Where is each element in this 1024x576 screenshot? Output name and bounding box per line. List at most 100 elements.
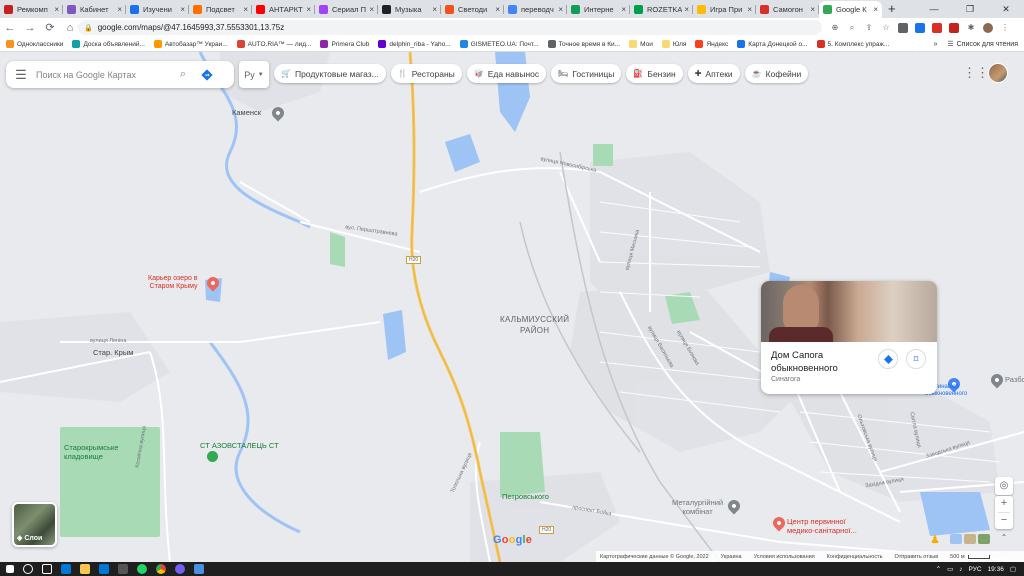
taskbar-mail-icon[interactable] [99, 564, 109, 574]
tab-close-icon[interactable]: × [306, 5, 311, 14]
search-icon[interactable]: ⌕ [174, 68, 192, 81]
bookmark-item[interactable]: GISMETEO.UA: Почт... [459, 40, 539, 48]
reload-button[interactable]: ⟳ [40, 21, 60, 34]
bookmark-item[interactable]: Юля [661, 40, 686, 48]
browser-tab[interactable]: Светоди × [441, 1, 504, 18]
street-view-thumb-2[interactable] [964, 534, 976, 544]
home-button[interactable]: ⌂ [60, 22, 80, 34]
bookmark-item[interactable]: AUTO.RIA™ — лид... [236, 40, 311, 48]
taskbar-task-view-icon[interactable] [42, 564, 52, 574]
category-chip[interactable]: ☕ Кофейни [744, 64, 809, 83]
expand-imagery-icon[interactable]: ⌃ [996, 533, 1012, 546]
account-avatar[interactable] [988, 63, 1008, 83]
scale-bar[interactable]: 500 м [950, 554, 990, 560]
tab-close-icon[interactable]: × [117, 5, 122, 14]
browser-tab[interactable]: АНТАРКТ × [252, 1, 315, 18]
browser-tab[interactable]: Кабинет × [63, 1, 126, 18]
google-apps-icon[interactable]: ⋮⋮ [963, 66, 989, 82]
red-extension-icon[interactable] [949, 22, 959, 33]
bookmark-item[interactable]: Карта Донецкой о... [737, 40, 808, 48]
browser-tab[interactable]: Музыка × [378, 1, 441, 18]
street-view-thumb-3[interactable] [978, 534, 990, 544]
window-close-icon[interactable]: ✕ [988, 4, 1024, 15]
tab-close-icon[interactable]: × [558, 5, 563, 14]
tab-close-icon[interactable]: × [747, 5, 752, 14]
taskbar-browser-icon[interactable] [61, 564, 71, 574]
tab-close-icon[interactable]: × [369, 5, 374, 14]
browser-tab[interactable]: Самогон × [756, 1, 819, 18]
browser-tab[interactable]: Интерне × [567, 1, 630, 18]
place-photo[interactable] [761, 281, 937, 342]
tab-close-icon[interactable]: × [180, 5, 185, 14]
zoom-icon[interactable]: ⌕ [847, 23, 857, 33]
layers-button[interactable]: ◈ Слои [12, 502, 57, 547]
med-center-label[interactable]: Центр первинної медико-санітарної... [787, 517, 857, 535]
tray-network-icon[interactable]: ▭ [947, 565, 953, 573]
quarry-lake-label[interactable]: Карьер озеро в Старом Крыму [148, 275, 198, 291]
browser-tab[interactable]: Сериал П × [315, 1, 378, 18]
shield-icon[interactable] [898, 22, 908, 33]
language-selector[interactable]: Ру ▼ [239, 61, 269, 88]
razbo-label[interactable]: Разбо [1005, 375, 1024, 384]
profile-icon[interactable] [983, 22, 993, 33]
my-location-button[interactable]: ◎ [995, 477, 1013, 495]
street-view-thumb-1[interactable] [950, 534, 962, 544]
azovstal-label[interactable]: СТ АЗОВСТАЛЕЦЬ СТ [200, 441, 279, 450]
pegman-icon[interactable]: ♟ [930, 533, 942, 547]
directions-icon[interactable] [198, 65, 216, 84]
taskbar-whatsapp-icon[interactable] [137, 564, 147, 574]
cemetery-label[interactable]: Старокрымське кладовище [64, 443, 118, 461]
footer-feedback[interactable]: Отправить отзыв [894, 554, 938, 560]
taskbar-search-icon[interactable] [23, 564, 33, 574]
tray-up-icon[interactable]: ⌃ [936, 565, 941, 573]
browser-tab[interactable]: ROZETKA × [630, 1, 693, 18]
tab-close-icon[interactable]: × [684, 5, 689, 14]
tray-time[interactable]: 19:36 [988, 566, 1004, 573]
tray-lang[interactable]: РУС [969, 566, 982, 573]
forward-button[interactable]: → [20, 22, 40, 34]
browser-tab[interactable]: Изучени × [126, 1, 189, 18]
bookmark-item[interactable]: Мои [629, 40, 653, 48]
category-chip[interactable]: 🛒 Продуктовые магаз... [274, 64, 386, 83]
footer-privacy[interactable]: Конфиденциальность [827, 554, 883, 560]
taskbar-app-icon[interactable] [118, 564, 128, 574]
place-title[interactable]: Дом Сапога обыкновенного [771, 349, 871, 375]
browser-tab[interactable]: переводч × [504, 1, 567, 18]
bookmark-item[interactable]: Primera Club [320, 40, 369, 48]
category-chip[interactable]: ✚ Аптеки [687, 64, 740, 83]
puzzle-icon[interactable]: ✱ [966, 23, 976, 33]
tab-close-icon[interactable]: × [873, 5, 878, 14]
tab-close-icon[interactable]: × [621, 5, 626, 14]
taskbar-viber-icon[interactable] [175, 564, 185, 574]
tab-close-icon[interactable]: × [495, 5, 500, 14]
address-bar[interactable]: 🔒 google.com/maps/@47.1645993,37.5553301… [78, 20, 822, 35]
browser-tab[interactable]: Google К × [819, 1, 882, 18]
tray-notification-icon[interactable]: ▢ [1010, 565, 1016, 573]
new-tab-button[interactable]: + [888, 1, 896, 18]
extension-icon[interactable] [915, 22, 925, 33]
bookmark-item[interactable]: Точное время в Ки... [547, 40, 620, 48]
star-icon[interactable]: ☆ [881, 23, 891, 33]
bookmark-item[interactable]: Автобазар™ Украи... [153, 40, 228, 48]
browser-tab[interactable]: Игра При × [693, 1, 756, 18]
category-chip[interactable]: 🥡 Еда навынос [466, 64, 547, 83]
taskbar-folder-icon[interactable] [80, 564, 90, 574]
tab-close-icon[interactable]: × [54, 5, 59, 14]
bookmark-item[interactable]: Доска объявлений... [72, 40, 145, 48]
place-directions-button[interactable] [878, 349, 898, 369]
taskbar-chrome-icon[interactable] [156, 564, 166, 574]
category-chip[interactable]: 🛏 Гостиницы [551, 64, 622, 83]
back-button[interactable]: ← [0, 22, 20, 34]
taskbar-active-app-icon[interactable] [194, 564, 204, 574]
menu-icon[interactable]: ☰ [6, 67, 36, 83]
reading-list[interactable]: Список для чтения [957, 41, 1018, 48]
bookmark-item[interactable]: Одноклассники [6, 40, 63, 48]
browser-menu-icon[interactable]: ⋮ [1000, 23, 1010, 33]
place-save-button[interactable]: ⌑ [906, 349, 926, 369]
metall-plant-label[interactable]: Металургійний комбінат [672, 498, 723, 516]
bookmark-item[interactable]: delphin_riba - Yaho... [378, 40, 451, 48]
zoom-in-button[interactable]: + [995, 496, 1013, 512]
footer-terms[interactable]: Условия использования [754, 554, 815, 560]
bookmark-item[interactable]: 5. Комплекс упраж... [816, 40, 889, 48]
minimize-icon[interactable]: — [916, 4, 952, 14]
